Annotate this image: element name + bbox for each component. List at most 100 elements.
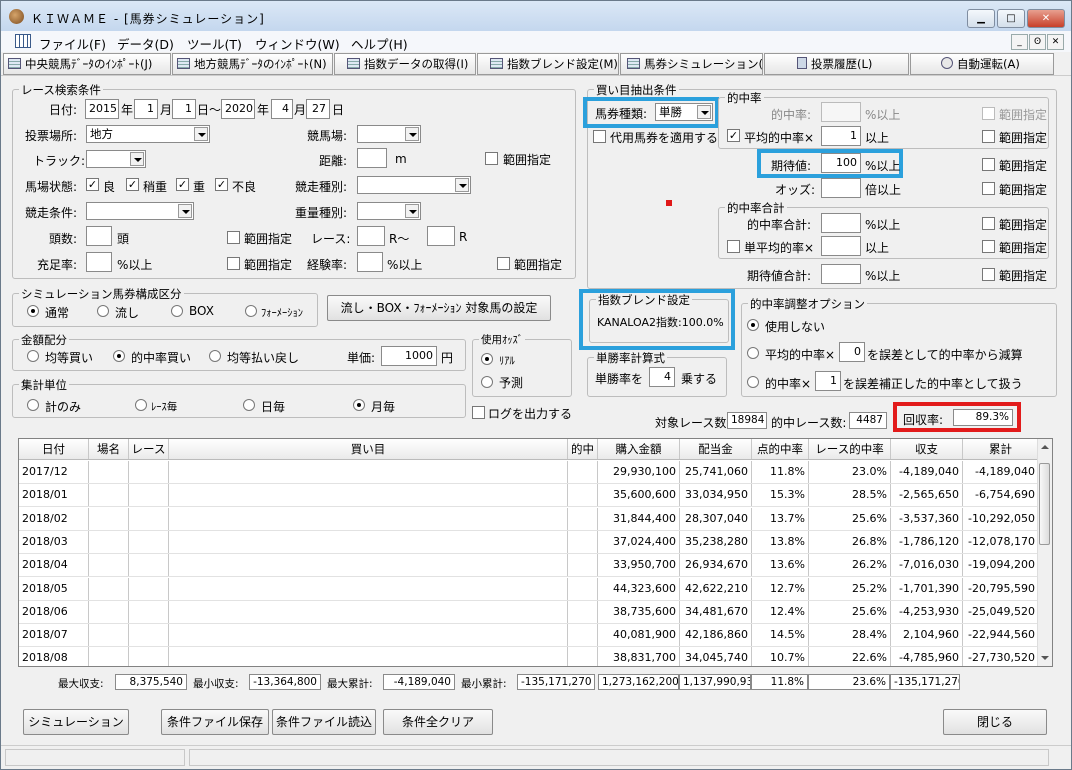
race-condition-select[interactable] bbox=[86, 202, 194, 220]
table-row[interactable]: 2018/07 40,081,900 42,186,860 14.5% 28.4% 2,1… bbox=[19, 624, 1039, 648]
auto-run-button[interactable]: 自動運転(A) bbox=[910, 53, 1054, 75]
import-central-button[interactable]: 中央競馬ﾃﾞｰﾀのｲﾝﾎﾟｰﾄ(J) bbox=[3, 53, 171, 75]
menu-window[interactable]: ウィンドウ(W) bbox=[255, 34, 340, 53]
single-avg-checkbox[interactable] bbox=[727, 240, 740, 253]
scrollbar-thumb[interactable] bbox=[1039, 463, 1050, 545]
vote-history-button[interactable]: 投票履歴(L) bbox=[764, 53, 909, 75]
close-button[interactable]: 閉じる bbox=[943, 709, 1047, 735]
end-year-field[interactable]: 2020 bbox=[221, 99, 255, 119]
weight-kind-select[interactable] bbox=[357, 202, 421, 220]
end-day-field[interactable]: 27 bbox=[306, 99, 330, 119]
table-row[interactable]: 2018/06 38,735,600 34,481,670 12.4% 25.6% -4,… bbox=[19, 600, 1039, 624]
table-row[interactable]: 2018/04 33,950,700 26,934,670 13.6% 26.2% -7,… bbox=[19, 554, 1039, 578]
hit-rate-range-checkbox[interactable] bbox=[982, 107, 995, 120]
table-scrollbar[interactable] bbox=[1037, 439, 1052, 666]
menu-help[interactable]: ヘルプ(H) bbox=[351, 34, 408, 53]
sim-formation-radio[interactable] bbox=[245, 305, 257, 317]
table-row[interactable]: 2018/05 44,323,600 42,622,210 12.7% 25.2% -1,… bbox=[19, 577, 1039, 601]
col-payout[interactable]: 配当金 bbox=[680, 439, 752, 459]
adjust-subtract-field[interactable]: 0 bbox=[839, 342, 865, 362]
heads-range-checkbox[interactable] bbox=[227, 231, 240, 244]
agg-race-radio[interactable] bbox=[135, 399, 147, 411]
clear-conditions-button[interactable]: 条件全クリア bbox=[383, 709, 493, 735]
col-income[interactable]: 収支 bbox=[891, 439, 963, 459]
table-row[interactable]: 2018/01 35,600,600 33,034,950 15.3% 28.5% -2,… bbox=[19, 484, 1039, 508]
course-select[interactable] bbox=[357, 125, 421, 143]
adjust-correct-field[interactable]: 1 bbox=[815, 371, 841, 391]
avg-hit-field[interactable]: 1 bbox=[821, 126, 861, 146]
amount-equal-radio[interactable] bbox=[27, 350, 39, 362]
agg-total-radio[interactable] bbox=[27, 399, 39, 411]
odds-range-checkbox[interactable] bbox=[982, 182, 995, 195]
distance-field[interactable] bbox=[357, 148, 387, 168]
mdi-minimize-button[interactable]: _ bbox=[1011, 34, 1028, 50]
blend-settings-button[interactable]: 指数ブレンド設定(M) bbox=[477, 53, 619, 75]
results-table[interactable]: 日付 場名 レース 買い目 的中 購入金額 配当金 点的中率 レース的中率 収支… bbox=[18, 438, 1053, 667]
scroll-down-icon[interactable] bbox=[1041, 656, 1049, 660]
mdi-child-icon[interactable] bbox=[15, 34, 31, 48]
col-point-rate[interactable]: 点的中率 bbox=[752, 439, 809, 459]
adjust-subtract-radio[interactable] bbox=[747, 347, 759, 359]
fetch-index-button[interactable]: 指数データの取得(I) bbox=[334, 53, 476, 75]
agg-month-radio[interactable] bbox=[353, 399, 365, 411]
ticket-simulation-button[interactable]: 馬券シミュレーション(B) bbox=[620, 53, 763, 75]
hit-sum-range-checkbox[interactable] bbox=[982, 217, 995, 230]
mdi-restore-button[interactable]: ʘ bbox=[1029, 34, 1046, 50]
hit-rate-field[interactable] bbox=[821, 102, 861, 122]
table-row[interactable]: 2017/12 29,930,100 25,741,060 11.8% 23.0% -4,… bbox=[19, 461, 1039, 484]
col-venue[interactable]: 場名 bbox=[89, 439, 129, 459]
scroll-up-icon[interactable] bbox=[1041, 445, 1049, 449]
race-kind-select[interactable] bbox=[357, 176, 471, 194]
table-row[interactable]: 2018/08 38,831,700 34,045,740 10.7% 22.6% -4,… bbox=[19, 647, 1039, 666]
mdi-close-button[interactable]: ✕ bbox=[1047, 34, 1064, 50]
proxy-ticket-checkbox[interactable] bbox=[593, 130, 606, 143]
cond-heavy-checkbox[interactable]: ✓ bbox=[176, 178, 189, 191]
minimize-button[interactable]: ▁ bbox=[967, 9, 995, 28]
table-row[interactable]: 2018/02 31,844,400 28,307,040 13.7% 25.6% -3,… bbox=[19, 507, 1039, 531]
col-race[interactable]: レース bbox=[129, 439, 169, 459]
menu-file[interactable]: ファイル(F) bbox=[39, 34, 106, 53]
avg-hit-range-checkbox[interactable] bbox=[982, 130, 995, 143]
single-avg-range-checkbox[interactable] bbox=[982, 240, 995, 253]
odds-predict-radio[interactable] bbox=[481, 376, 493, 388]
sim-nagashi-radio[interactable] bbox=[97, 305, 109, 317]
adjust-none-radio[interactable] bbox=[747, 319, 759, 331]
col-cumulative[interactable]: 累計 bbox=[963, 439, 1039, 459]
race-to-field[interactable] bbox=[427, 226, 455, 246]
distance-range-checkbox[interactable] bbox=[485, 152, 498, 165]
cond-bad-checkbox[interactable]: ✓ bbox=[215, 178, 228, 191]
track-select[interactable] bbox=[86, 150, 146, 168]
fill-rate-field[interactable] bbox=[86, 252, 112, 272]
menu-data[interactable]: データ(D) bbox=[117, 34, 174, 53]
table-row[interactable]: 2018/03 37,024,400 35,238,280 13.8% 26.8% -1,… bbox=[19, 530, 1039, 554]
single-calc-field[interactable]: 4 bbox=[649, 367, 675, 387]
save-conditions-button[interactable]: 条件ファイル保存 bbox=[161, 709, 269, 735]
sim-normal-radio[interactable] bbox=[27, 305, 39, 317]
amount-hit-rate-radio[interactable] bbox=[113, 350, 125, 362]
odds-filter-field[interactable] bbox=[821, 178, 861, 198]
menu-tools[interactable]: ツール(T) bbox=[187, 34, 242, 53]
odds-real-radio[interactable] bbox=[481, 353, 493, 365]
race-from-field[interactable] bbox=[357, 226, 385, 246]
col-bet[interactable]: 買い目 bbox=[169, 439, 568, 459]
experience-range-checkbox[interactable] bbox=[497, 257, 510, 270]
load-conditions-button[interactable]: 条件ファイル読込 bbox=[272, 709, 376, 735]
col-race-rate[interactable]: レース的中率 bbox=[809, 439, 891, 459]
single-avg-field[interactable] bbox=[821, 236, 861, 256]
ev-sum-field[interactable] bbox=[821, 264, 861, 284]
col-date[interactable]: 日付 bbox=[19, 439, 89, 459]
simulate-button[interactable]: シミュレーション bbox=[23, 709, 129, 735]
close-window-button[interactable]: ✕ bbox=[1027, 9, 1065, 28]
heads-field[interactable] bbox=[86, 226, 112, 246]
ticket-kind-select[interactable]: 単勝 bbox=[655, 103, 713, 121]
output-log-checkbox[interactable] bbox=[472, 406, 485, 419]
avg-hit-checkbox[interactable]: ✓ bbox=[727, 129, 740, 142]
ev-range-checkbox[interactable] bbox=[982, 158, 995, 171]
cond-good-checkbox[interactable]: ✓ bbox=[86, 178, 99, 191]
import-local-button[interactable]: 地方競馬ﾃﾞｰﾀのｲﾝﾎﾟｰﾄ(N) bbox=[172, 53, 333, 75]
agg-day-radio[interactable] bbox=[243, 399, 255, 411]
amount-equal-payout-radio[interactable] bbox=[209, 350, 221, 362]
cond-slightly-heavy-checkbox[interactable]: ✓ bbox=[126, 178, 139, 191]
start-day-field[interactable]: 1 bbox=[172, 99, 196, 119]
venue-select[interactable]: 地方 bbox=[86, 125, 210, 143]
